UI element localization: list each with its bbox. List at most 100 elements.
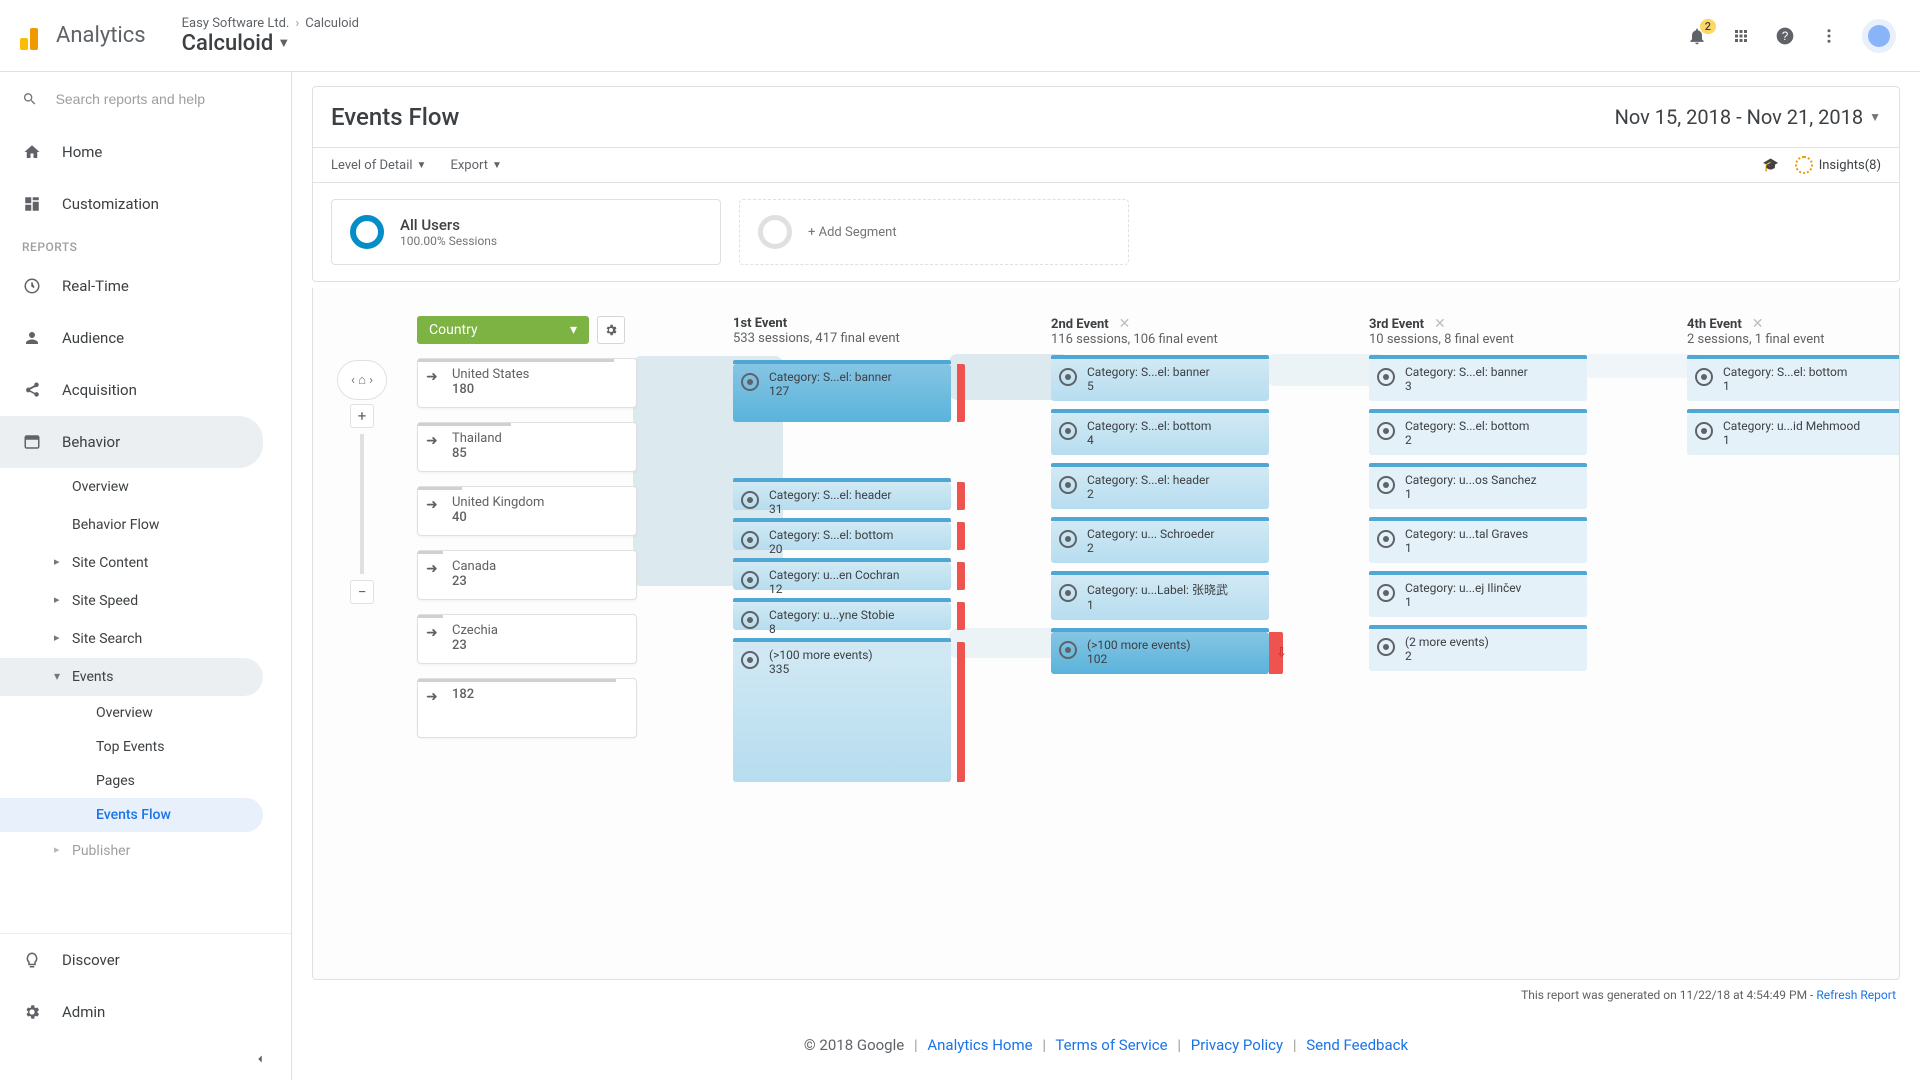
segment-all-users[interactable]: All Users 100.00% Sessions [331, 199, 721, 265]
behavior-overview[interactable]: Overview [0, 468, 291, 506]
dropoff-bar [957, 562, 965, 590]
collapse-sidebar-button[interactable] [0, 1038, 291, 1080]
event-column-1: 1st Event533 sessions, 417 final event C… [733, 316, 951, 782]
nav-label: Discover [62, 951, 120, 969]
site-search[interactable]: Site Search [0, 620, 291, 658]
sidebar-search[interactable] [0, 72, 291, 126]
report-footer: This report was generated on 11/22/18 at… [312, 980, 1900, 1010]
event-icon [741, 651, 759, 669]
search-input[interactable] [56, 91, 269, 107]
publisher[interactable]: Publisher [0, 832, 291, 870]
academic-cap-icon[interactable]: 🎓 [1763, 158, 1779, 173]
export-dropdown[interactable]: Export ▼ [450, 158, 501, 173]
events-flow-diagram[interactable]: ‹ ⌂ › + − Country ▾ [313, 288, 1899, 898]
level-detail-dropdown[interactable]: Level of Detail ▼ [331, 158, 426, 173]
event-node[interactable]: Category: S...el: header 2 [1051, 467, 1269, 509]
analytics-home-link[interactable]: Analytics Home [927, 1036, 1032, 1054]
event-node[interactable]: Category: u...ej Ilinčev 1 [1369, 575, 1587, 617]
nav-customization[interactable]: Customization [0, 178, 291, 230]
event-node[interactable]: (>100 more events) 102 ⇩ [1051, 632, 1269, 674]
event-node[interactable]: Category: u...os Sanchez 1 [1369, 467, 1587, 509]
event-icon [1377, 368, 1395, 386]
close-icon[interactable]: ✕ [1752, 316, 1764, 332]
source-settings-button[interactable] [597, 316, 625, 344]
source-node[interactable]: Czechia 23 [417, 614, 637, 664]
generated-text: This report was generated on 11/22/18 at… [1521, 988, 1816, 1002]
add-segment-button[interactable]: + Add Segment [739, 199, 1129, 265]
site-speed[interactable]: Site Speed [0, 582, 291, 620]
nav-audience[interactable]: Audience [0, 312, 291, 364]
event-icon [1695, 368, 1713, 386]
nav-admin[interactable]: Admin [0, 986, 291, 1038]
nav-behavior[interactable]: Behavior [0, 416, 263, 468]
events-flow[interactable]: Events Flow [0, 798, 263, 832]
help-button[interactable]: ? [1774, 25, 1796, 47]
nav-discover[interactable]: Discover [0, 934, 291, 986]
site-content[interactable]: Site Content [0, 544, 291, 582]
logo[interactable]: Analytics [20, 22, 146, 50]
event-node[interactable]: Category: u...yne Stobie 8 [733, 602, 951, 630]
event-node[interactable]: Category: S...el: banner 127 [733, 364, 951, 422]
account-avatar[interactable] [1862, 19, 1896, 53]
event-node[interactable]: Category: u...id Mehmood 1 [1687, 413, 1900, 455]
nav-realtime[interactable]: Real-Time [0, 260, 291, 312]
close-icon[interactable]: ✕ [1434, 316, 1446, 332]
refresh-report-link[interactable]: Refresh Report [1816, 988, 1896, 1002]
close-icon[interactable]: ✕ [1119, 316, 1131, 332]
event-node[interactable]: Category: S...el: banner 5 [1051, 359, 1269, 401]
zoom-slider[interactable] [360, 434, 364, 574]
clock-icon [22, 276, 42, 296]
feedback-link[interactable]: Send Feedback [1306, 1036, 1408, 1054]
event-node[interactable]: Category: S...el: bottom 20 [733, 522, 951, 550]
home-icon [22, 142, 42, 162]
privacy-link[interactable]: Privacy Policy [1191, 1036, 1283, 1054]
source-name: Canada [452, 559, 626, 574]
events-pages[interactable]: Pages [0, 764, 291, 798]
tos-link[interactable]: Terms of Service [1055, 1036, 1167, 1054]
date-range-label: Nov 15, 2018 - Nov 21, 2018 [1615, 105, 1863, 129]
event-node[interactable]: (2 more events) 2 [1369, 629, 1587, 671]
events[interactable]: Events [0, 658, 263, 696]
nav-home[interactable]: Home [0, 126, 291, 178]
event-node[interactable]: Category: S...el: header 31 [733, 482, 951, 510]
source-node[interactable]: United States 180 [417, 358, 637, 408]
event-icon [1377, 530, 1395, 548]
event-value: 4 [1087, 433, 1261, 447]
source-node[interactable]: Canada 23 [417, 550, 637, 600]
date-range-picker[interactable]: Nov 15, 2018 - Nov 21, 2018 ▼ [1615, 105, 1881, 129]
events-top[interactable]: Top Events [0, 730, 291, 764]
event-node[interactable]: Category: S...el: banner 3 [1369, 359, 1587, 401]
event-node[interactable]: Category: u...en Cochran 12 [733, 562, 951, 590]
zoom-out-button[interactable]: − [350, 580, 374, 604]
behavior-flow[interactable]: Behavior Flow [0, 506, 291, 544]
notification-badge: 2 [1700, 19, 1716, 34]
apps-button[interactable] [1730, 25, 1752, 47]
source-node[interactable]: Thailand 85 [417, 422, 637, 472]
notifications-button[interactable]: 2 [1686, 25, 1708, 47]
event-value: 127 [769, 384, 943, 398]
event-node[interactable]: Category: S...el: bottom 1 [1687, 359, 1900, 401]
source-dimension-dropdown[interactable]: Country ▾ [417, 316, 589, 344]
event-node[interactable]: (>100 more events) 335 [733, 642, 951, 782]
event-value: 2 [1405, 433, 1579, 447]
event-node[interactable]: Category: S...el: bottom 2 [1369, 413, 1587, 455]
more-menu-button[interactable] [1818, 25, 1840, 47]
event-node[interactable]: Category: u...tal Graves 1 [1369, 521, 1587, 563]
zoom-in-button[interactable]: + [350, 404, 374, 428]
column-title: 4th Event [1687, 317, 1742, 332]
copyright: © 2018 Google [804, 1036, 904, 1054]
source-node[interactable]: United Kingdom 40 [417, 486, 637, 536]
breadcrumb: Easy Software Ltd. › Calculoid [182, 16, 359, 31]
zoom-home-button[interactable]: ‹ ⌂ › [337, 360, 387, 400]
insights-button[interactable]: Insights(8) [1795, 156, 1881, 174]
event-node[interactable]: Category: u... Schroeder 2 [1051, 521, 1269, 563]
app-name: Analytics [56, 23, 146, 48]
account-selector[interactable]: Easy Software Ltd. › Calculoid Calculoid… [182, 16, 359, 56]
events-overview[interactable]: Overview [0, 696, 291, 730]
source-node[interactable]: 182 [417, 678, 637, 738]
event-node[interactable]: Category: u...Label: 张晓武 1 [1051, 575, 1269, 620]
event-node[interactable]: Category: S...el: bottom 4 [1051, 413, 1269, 455]
segment-sub: 100.00% Sessions [400, 234, 497, 248]
nav-acquisition[interactable]: Acquisition [0, 364, 291, 416]
event-label: Category: S...el: header [769, 488, 943, 502]
